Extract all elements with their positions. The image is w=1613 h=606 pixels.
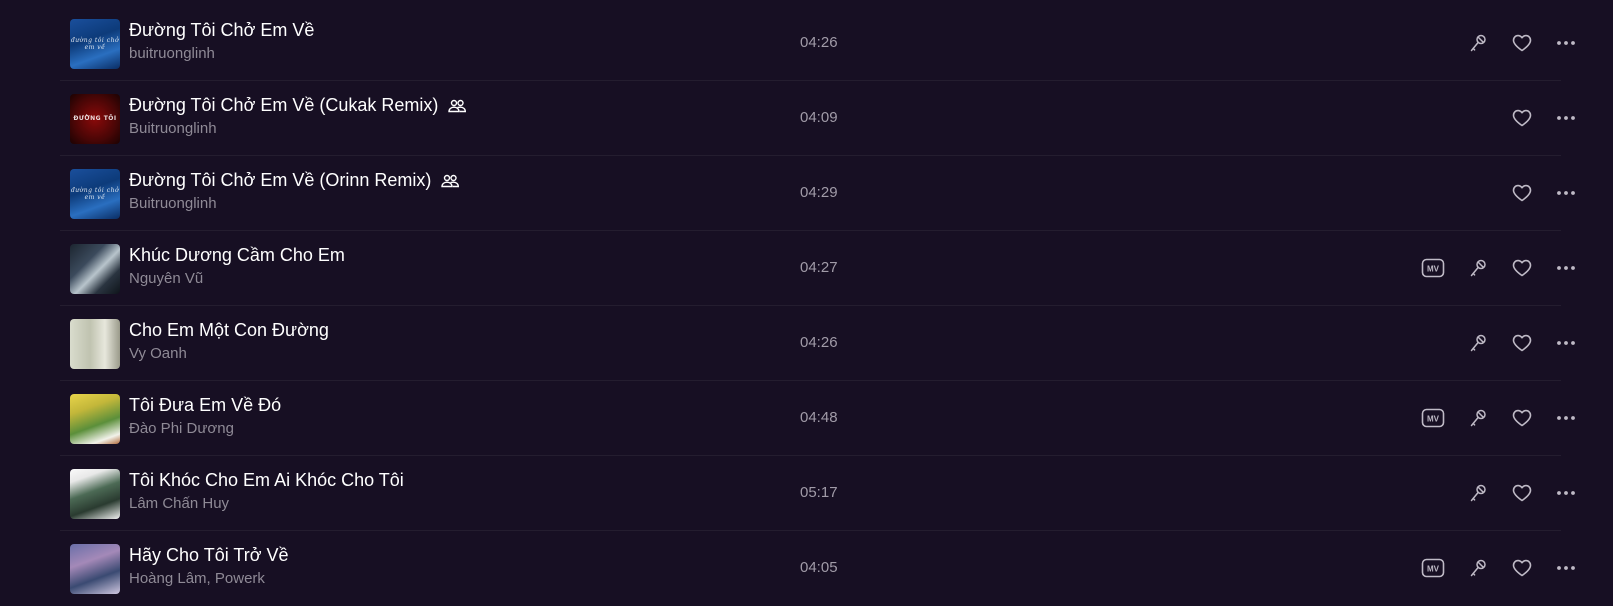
heart-icon[interactable] — [1510, 31, 1534, 55]
heart-icon[interactable] — [1510, 331, 1534, 355]
song-row[interactable]: đường tôi chở em về Đường Tôi Chở Em Về … — [60, 156, 1575, 231]
song-title[interactable]: Khúc Dương Cầm Cho Em — [129, 245, 345, 266]
song-artist[interactable]: Lâm Chấn Huy — [129, 495, 229, 512]
mv-icon[interactable]: MV — [1421, 556, 1445, 580]
song-duration: 04:09 — [800, 109, 838, 126]
song-title[interactable]: Đường Tôi Chở Em Về (Orinn Remix) — [129, 170, 431, 191]
microphone-icon[interactable] — [1466, 406, 1490, 430]
heart-icon[interactable] — [1510, 406, 1534, 430]
song-row[interactable]: ĐƯỜNG TÔI Đường Tôi Chở Em Về (Cukak Rem… — [60, 81, 1575, 156]
song-row[interactable]: Hãy Cho Tôi Trở Về Hoàng Lâm, Powerk 04:… — [60, 531, 1575, 606]
song-row[interactable]: Cho Em Một Con Đường Vy Oanh 04:26 — [60, 306, 1575, 381]
song-title-line: Tôi Khóc Cho Em Ai Khóc Cho Tôi — [129, 470, 404, 491]
heart-icon[interactable] — [1510, 106, 1534, 130]
song-title[interactable]: Đường Tôi Chở Em Về — [129, 20, 314, 41]
svg-text:MV: MV — [1427, 565, 1440, 574]
more-options-icon[interactable] — [1554, 181, 1578, 205]
more-options-icon[interactable] — [1554, 31, 1578, 55]
song-thumbnail[interactable] — [70, 244, 120, 294]
song-list: đường tôi chở em về Đường Tôi Chở Em Về … — [60, 6, 1575, 606]
song-title-line: Đường Tôi Chở Em Về — [129, 20, 314, 41]
more-options-icon[interactable] — [1554, 256, 1578, 280]
song-actions — [1361, 306, 1575, 380]
song-actions — [1361, 81, 1575, 155]
song-duration: 04:29 — [800, 184, 838, 201]
song-title-line: Đường Tôi Chở Em Về (Orinn Remix) — [129, 170, 460, 191]
more-options-icon[interactable] — [1554, 331, 1578, 355]
song-duration: 04:48 — [800, 409, 838, 426]
thumbnail-text: đường tôi chở em về — [70, 187, 120, 201]
song-artist[interactable]: buitruonglinh — [129, 45, 215, 62]
collaboration-icon — [441, 174, 460, 188]
song-duration: 05:17 — [800, 484, 838, 501]
song-title-line: Đường Tôi Chở Em Về (Cukak Remix) — [129, 95, 467, 116]
song-thumbnail[interactable] — [70, 319, 120, 369]
svg-text:MV: MV — [1427, 415, 1440, 424]
song-title-line: Hãy Cho Tôi Trở Về — [129, 545, 289, 566]
microphone-icon[interactable] — [1466, 481, 1490, 505]
heart-icon[interactable] — [1510, 181, 1534, 205]
more-options-icon[interactable] — [1554, 481, 1578, 505]
thumbnail-text: ĐƯỜNG TÔI — [73, 115, 117, 122]
song-duration: 04:26 — [800, 334, 838, 351]
song-thumbnail[interactable]: đường tôi chở em về — [70, 169, 120, 219]
song-thumbnail[interactable] — [70, 544, 120, 594]
song-artist[interactable]: Đào Phi Dương — [129, 420, 234, 437]
song-thumbnail[interactable]: ĐƯỜNG TÔI — [70, 94, 120, 144]
song-title[interactable]: Cho Em Một Con Đường — [129, 320, 329, 341]
microphone-icon[interactable] — [1466, 31, 1490, 55]
song-artist[interactable]: Buitruonglinh — [129, 195, 217, 212]
more-options-icon[interactable] — [1554, 406, 1578, 430]
microphone-icon[interactable] — [1466, 556, 1490, 580]
song-row[interactable]: Khúc Dương Cầm Cho Em Nguyên Vũ 04:27 MV — [60, 231, 1575, 306]
song-actions: MV — [1361, 231, 1575, 305]
more-options-icon[interactable] — [1554, 106, 1578, 130]
song-thumbnail[interactable] — [70, 469, 120, 519]
microphone-icon[interactable] — [1466, 256, 1490, 280]
song-title[interactable]: Đường Tôi Chở Em Về (Cukak Remix) — [129, 95, 438, 116]
song-row[interactable]: Tôi Khóc Cho Em Ai Khóc Cho Tôi Lâm Chấn… — [60, 456, 1575, 531]
song-title[interactable]: Hãy Cho Tôi Trở Về — [129, 545, 289, 566]
song-row[interactable]: đường tôi chở em về Đường Tôi Chở Em Về … — [60, 6, 1575, 81]
song-actions — [1361, 156, 1575, 230]
song-title[interactable]: Tôi Đưa Em Về Đó — [129, 395, 281, 416]
mv-icon[interactable]: MV — [1421, 256, 1445, 280]
song-actions: MV — [1361, 531, 1575, 605]
heart-icon[interactable] — [1510, 481, 1534, 505]
song-title-line: Cho Em Một Con Đường — [129, 320, 329, 341]
song-title-line: Khúc Dương Cầm Cho Em — [129, 245, 345, 266]
heart-icon[interactable] — [1510, 256, 1534, 280]
song-duration: 04:27 — [800, 259, 838, 276]
song-title[interactable]: Tôi Khóc Cho Em Ai Khóc Cho Tôi — [129, 470, 404, 491]
collaboration-icon — [448, 99, 467, 113]
song-actions: MV — [1361, 381, 1575, 455]
song-artist[interactable]: Vy Oanh — [129, 345, 187, 362]
more-options-icon[interactable] — [1554, 556, 1578, 580]
song-title-line: Tôi Đưa Em Về Đó — [129, 395, 281, 416]
song-thumbnail[interactable] — [70, 394, 120, 444]
song-duration: 04:26 — [800, 34, 838, 51]
song-duration: 04:05 — [800, 559, 838, 576]
song-artist[interactable]: Nguyên Vũ — [129, 270, 203, 287]
heart-icon[interactable] — [1510, 556, 1534, 580]
svg-text:MV: MV — [1427, 265, 1440, 274]
song-row[interactable]: Tôi Đưa Em Về Đó Đào Phi Dương 04:48 MV — [60, 381, 1575, 456]
song-artist[interactable]: Buitruonglinh — [129, 120, 217, 137]
mv-icon[interactable]: MV — [1421, 406, 1445, 430]
song-actions — [1361, 6, 1575, 80]
song-thumbnail[interactable]: đường tôi chở em về — [70, 19, 120, 69]
song-actions — [1361, 456, 1575, 530]
thumbnail-text: đường tôi chở em về — [70, 37, 120, 51]
song-artist[interactable]: Hoàng Lâm, Powerk — [129, 570, 265, 587]
microphone-icon[interactable] — [1466, 331, 1490, 355]
